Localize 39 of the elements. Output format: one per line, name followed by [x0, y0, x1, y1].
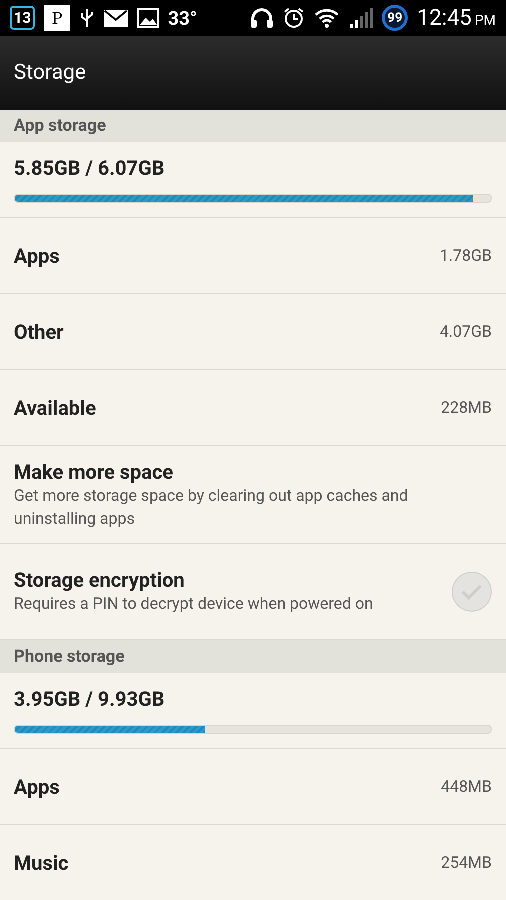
headphones-icon: [250, 7, 274, 29]
row-value: 254MB: [441, 853, 492, 872]
clock-period: PM: [474, 13, 496, 29]
notification-icon: P: [44, 5, 70, 31]
settings-row[interactable]: Make more space Get more storage space by clearing out app caches and uninstalling apps: [0, 446, 506, 544]
storage-row[interactable]: Other 4.07GB: [0, 294, 506, 370]
row-label: Make more space: [14, 460, 174, 484]
row-label: Apps: [14, 774, 60, 798]
row-value: 1.78GB: [440, 246, 492, 265]
storage-row[interactable]: Available 228MB: [0, 370, 506, 446]
clock-time: 12:45: [417, 6, 472, 30]
row-label: Apps: [14, 244, 60, 268]
screen-title: Storage: [14, 61, 86, 85]
usb-icon: [79, 7, 96, 29]
row-label: Storage encryption: [14, 568, 186, 592]
section-title: App storage: [14, 116, 106, 136]
section-title: Phone storage: [14, 646, 125, 666]
calendar-icon: 13: [10, 6, 36, 30]
temperature: 33°: [168, 6, 198, 30]
row-value: 4.07GB: [440, 322, 492, 341]
row-label: Music: [14, 850, 69, 874]
alarm-icon: [283, 7, 306, 29]
count-badge: 99: [382, 5, 408, 31]
row-label: Available: [14, 396, 96, 420]
row-label: Other: [14, 320, 64, 344]
storage-row[interactable]: Apps 448MB: [0, 749, 506, 825]
usage-amount: 5.85GB / 6.07GB: [14, 156, 166, 180]
image-icon: [137, 8, 160, 28]
wifi-icon: [314, 8, 340, 28]
storage-row[interactable]: Music 254MB: [0, 825, 506, 900]
usage-amount: 3.95GB / 9.93GB: [14, 687, 166, 711]
row-summary: Requires a PIN to decrypt device when powered on: [14, 593, 374, 615]
signal-icon: [349, 8, 374, 28]
storage-row[interactable]: Apps 1.78GB: [0, 218, 506, 294]
row-value: 448MB: [441, 777, 492, 796]
row-summary: Get more storage space by clearing out app caches and uninstalling apps: [14, 484, 410, 530]
row-value: 228MB: [441, 398, 492, 417]
mail-icon: [104, 10, 128, 26]
checkbox[interactable]: [452, 572, 492, 612]
